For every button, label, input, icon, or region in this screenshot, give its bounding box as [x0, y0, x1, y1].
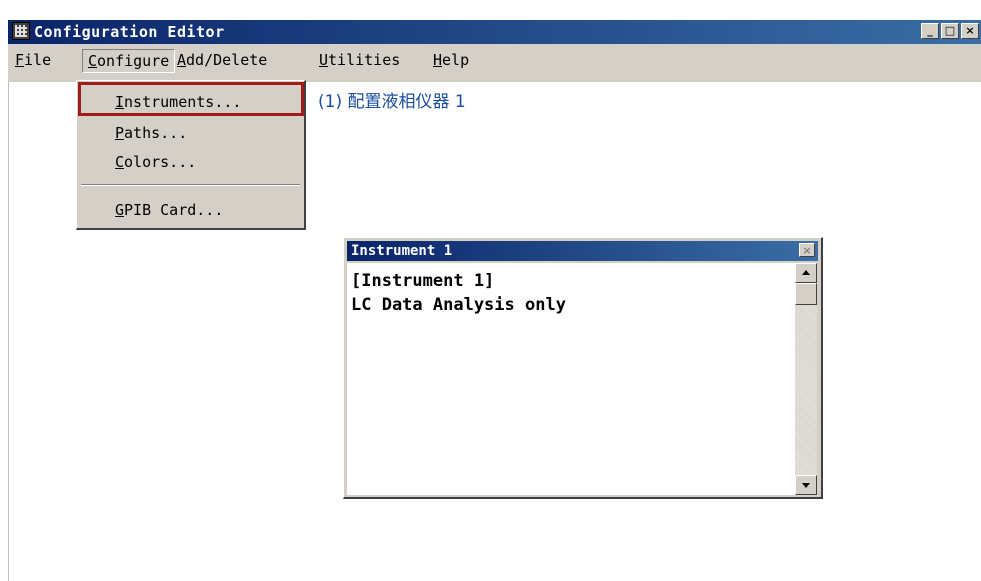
- arrow-up-icon: [802, 270, 810, 275]
- menu-item-paths[interactable]: Paths...: [115, 122, 187, 144]
- menu-bar: File Configure Add/Delete Utilities Help: [8, 44, 981, 82]
- menu-separator: [81, 184, 300, 186]
- scroll-thumb[interactable]: [795, 283, 817, 305]
- instrument-window-title: Instrument 1: [351, 243, 453, 259]
- instrument-grid-icon: [12, 22, 30, 40]
- text-line: LC Data Analysis only: [351, 295, 566, 315]
- menu-add-delete[interactable]: Add/Delete: [172, 49, 272, 71]
- window-title: Configuration Editor: [34, 23, 225, 41]
- minimize-button[interactable]: _: [921, 23, 939, 39]
- maximize-button[interactable]: □: [941, 23, 959, 39]
- menu-configure[interactable]: Configure: [82, 49, 176, 73]
- vertical-scrollbar[interactable]: [795, 263, 817, 495]
- menu-file[interactable]: File: [10, 49, 56, 71]
- menu-item-gpib-card[interactable]: GPIB Card...: [115, 199, 223, 221]
- text-line: [Instrument 1]: [351, 271, 495, 291]
- close-icon[interactable]: ×: [799, 243, 815, 257]
- close-button[interactable]: ×: [961, 23, 979, 39]
- arrow-down-icon: [802, 483, 810, 488]
- highlight-box: [78, 82, 304, 116]
- instrument-text-area[interactable]: [Instrument 1] LC Data Analysis only: [347, 263, 795, 495]
- scroll-up-button[interactable]: [795, 263, 817, 283]
- menu-item-colors[interactable]: Colors...: [115, 151, 196, 173]
- menu-utilities[interactable]: Utilities: [314, 49, 405, 71]
- menu-help[interactable]: Help: [428, 49, 474, 71]
- window-left-edge: [8, 82, 9, 581]
- instrument-window-title-bar[interactable]: Instrument 1 ×: [347, 241, 818, 261]
- scroll-down-button[interactable]: [795, 475, 817, 495]
- title-bar[interactable]: Configuration Editor _ □ ×: [8, 20, 981, 44]
- annotation-label: (1) 配置液相仪器 1: [318, 92, 466, 112]
- instrument-window: Instrument 1 × [Instrument 1] LC Data An…: [343, 237, 823, 499]
